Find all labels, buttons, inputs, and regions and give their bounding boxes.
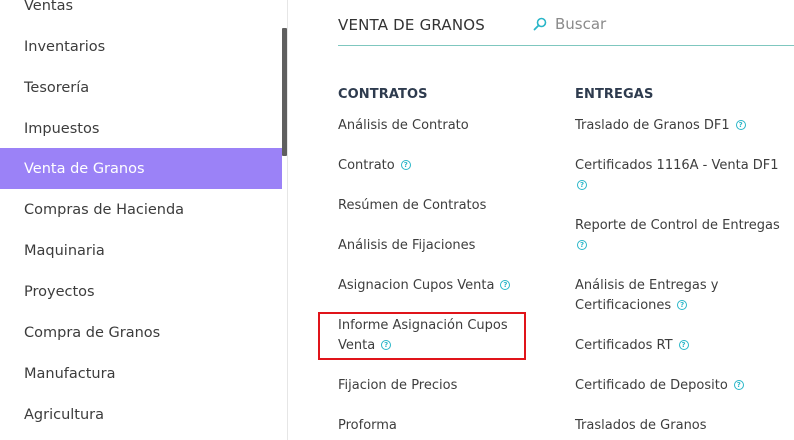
sidebar-item-manufactura[interactable]: Manufactura	[0, 353, 282, 394]
link-label: Fijacion de Precios	[338, 378, 458, 393]
sidebar-item-label: Compras de Hacienda	[24, 201, 185, 218]
sidebar: Ventas Inventarios Tesorería Impuestos V…	[0, 0, 288, 440]
link-traslado-de-granos-df1[interactable]: Traslado de Granos DF1?	[575, 116, 746, 136]
sidebar-item-label: Impuestos	[24, 120, 100, 137]
sidebar-item-proyectos[interactable]: Proyectos	[0, 271, 282, 312]
help-icon[interactable]: ?	[677, 299, 688, 310]
sidebar-item-label: Compra de Granos	[24, 324, 161, 341]
help-icon[interactable]: ?	[735, 119, 746, 130]
header-divider	[338, 45, 794, 46]
sidebar-item-label: Ventas	[24, 0, 74, 14]
link-label: Traslado de Granos DF1	[575, 118, 730, 133]
help-icon[interactable]: ?	[577, 179, 587, 190]
search-input[interactable]	[555, 13, 785, 35]
sidebar-item-label: Tesorería	[24, 79, 90, 96]
link-label: Resúmen de Contratos	[338, 198, 487, 213]
highlight-annotation	[318, 312, 526, 360]
sidebar-item-compras-de-hacienda[interactable]: Compras de Hacienda	[0, 189, 282, 230]
link-certificado-de-deposito[interactable]: Certificado de Deposito?	[575, 376, 744, 396]
link-label: Asignacion Cupos Venta	[338, 278, 495, 293]
sidebar-item-label: Proyectos	[24, 283, 95, 300]
sidebar-item-ventas[interactable]: Ventas	[0, 0, 282, 26]
link-reporte-de-control-de-entregas[interactable]: Reporte de Control de Entregas ?	[575, 216, 780, 256]
sidebar-item-compra-de-granos[interactable]: Compra de Granos	[0, 312, 282, 353]
link-label: Análisis de Contrato	[338, 118, 469, 133]
link-analisis-de-entregas[interactable]: Análisis de Entregas y Certificaciones?	[575, 276, 718, 316]
entregas-heading: ENTREGAS	[575, 87, 654, 102]
link-label: Certificado de Deposito	[575, 378, 728, 393]
link-label: Certificaciones	[575, 298, 672, 313]
link-contrato[interactable]: Contrato?	[338, 156, 411, 176]
link-fijacion-de-precios[interactable]: Fijacion de Precios	[338, 376, 457, 396]
sidebar-item-label: Manufactura	[24, 365, 116, 382]
link-label: Análisis de Fijaciones	[338, 238, 476, 253]
link-certificados-1116a-venta-df1[interactable]: Certificados 1116A - Venta DF1 ?	[575, 156, 779, 196]
page-title: VENTA DE GRANOS	[338, 16, 486, 34]
help-icon[interactable]: ?	[733, 379, 744, 390]
sidebar-item-label: Venta de Granos	[24, 160, 145, 177]
sidebar-item-agricultura[interactable]: Agricultura	[0, 394, 282, 435]
sidebar-item-venta-de-granos[interactable]: Venta de Granos	[0, 148, 282, 189]
link-label: Análisis de Entregas y	[575, 278, 719, 293]
help-icon[interactable]: ?	[678, 339, 689, 350]
help-icon[interactable]: ?	[577, 239, 587, 250]
help-icon[interactable]: ?	[500, 279, 511, 290]
link-traslados-de-granos[interactable]: Traslados de Granos	[575, 416, 707, 436]
link-analisis-de-contrato[interactable]: Análisis de Contrato	[338, 116, 469, 136]
link-asignacion-cupos-venta[interactable]: Asignacion Cupos Venta?	[338, 276, 511, 296]
help-icon[interactable]: ?	[400, 159, 411, 170]
sidebar-item-label: Inventarios	[24, 38, 106, 55]
sidebar-item-tesoreria[interactable]: Tesorería	[0, 67, 282, 108]
link-certificados-rt[interactable]: Certificados RT?	[575, 336, 689, 356]
sidebar-scrollbar[interactable]	[282, 28, 287, 156]
sidebar-item-inventarios[interactable]: Inventarios	[0, 26, 282, 67]
link-label: Certificados 1116A - Venta DF1	[575, 158, 779, 173]
contratos-heading: CONTRATOS	[338, 87, 428, 102]
link-label: Reporte de Control de Entregas	[575, 218, 780, 233]
link-label: Traslados de Granos	[575, 418, 707, 433]
sidebar-item-label: Maquinaria	[24, 242, 105, 259]
main-panel: VENTA DE GRANOS CONTRATOS Análisis de Co…	[289, 0, 794, 440]
sidebar-item-label: Agricultura	[24, 406, 105, 423]
search-icon[interactable]	[533, 17, 547, 31]
link-label: Contrato	[338, 158, 395, 173]
sidebar-item-maquinaria[interactable]: Maquinaria	[0, 230, 282, 271]
link-analisis-de-fijaciones[interactable]: Análisis de Fijaciones	[338, 236, 475, 256]
link-label: Proforma	[338, 418, 397, 433]
link-label: Certificados RT	[575, 338, 673, 353]
link-resumen-de-contratos[interactable]: Resúmen de Contratos	[338, 196, 486, 216]
sidebar-item-impuestos[interactable]: Impuestos	[0, 108, 282, 149]
link-proforma[interactable]: Proforma	[338, 416, 397, 436]
